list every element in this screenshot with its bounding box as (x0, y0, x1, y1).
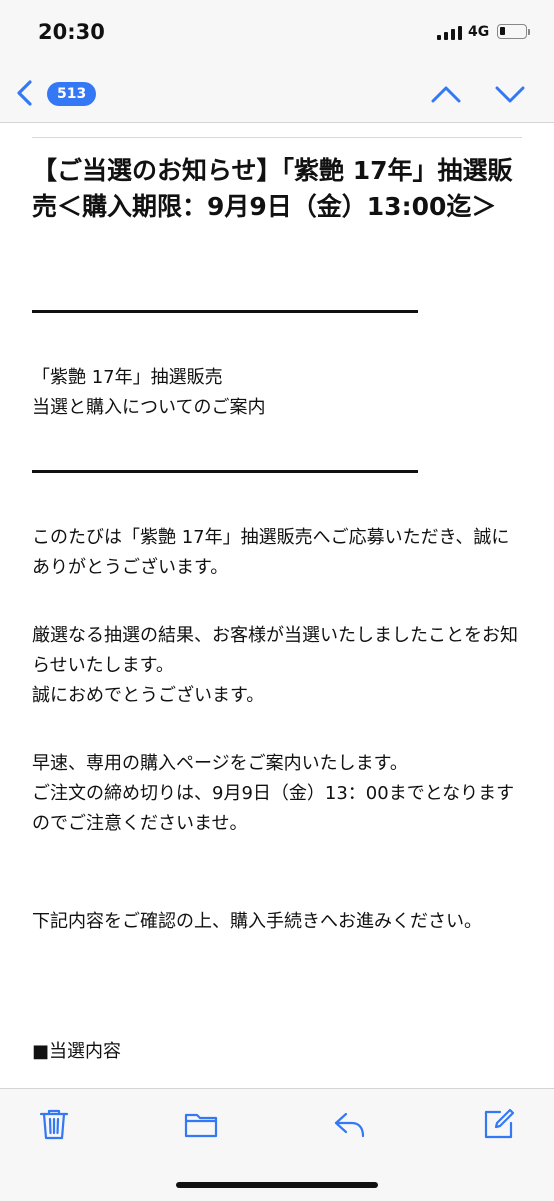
paragraph-deadline: ご注文の締め切りは、9月9日（金）13：00までとなりますのでご注意くださいませ… (32, 783, 515, 834)
battery-icon (497, 24, 527, 39)
compose-icon[interactable] (482, 1107, 516, 1141)
paragraph-proceed: 下記内容をご確認の上、購入手続きへお進みください。 (32, 911, 482, 932)
divider-rule (32, 310, 418, 313)
status-bar: 20:30 4G (0, 0, 554, 64)
section-heading: ■当選内容 (32, 1041, 122, 1062)
chevron-up-icon[interactable] (428, 80, 464, 108)
paragraph-result: 厳選なる抽選の結果、お客様が当選いたしましたことをお知らせいたします。 (32, 625, 518, 676)
status-time: 20:30 (38, 20, 105, 44)
cellular-signal-icon (437, 26, 462, 40)
divider-rule (32, 470, 418, 473)
email-body[interactable]: 【ご当選のお知らせ】「紫艶 17年」抽選販売＜購入期限：9月9日（金）13:00… (0, 123, 554, 1087)
header-line-2: 当選と購入についてのご案内 (32, 397, 266, 418)
battery-tip (528, 29, 530, 35)
reply-icon[interactable] (332, 1107, 366, 1141)
email-subject: 【ご当選のお知らせ】「紫艶 17年」抽選販売＜購入期限：9月9日（金）13:00… (32, 156, 513, 221)
home-indicator[interactable] (176, 1182, 378, 1188)
folder-icon[interactable] (184, 1107, 218, 1141)
paragraph-purchase-page: 早速、専用の購入ページをご案内いたします。 (32, 753, 408, 774)
network-type: 4G (468, 24, 490, 40)
mail-nav-bar: 513 (0, 64, 554, 123)
paragraph-congrats: 誠におめでとうございます。 (32, 685, 265, 706)
header-separator (32, 137, 522, 138)
trash-icon[interactable] (37, 1107, 71, 1141)
chevron-down-icon[interactable] (492, 80, 528, 108)
paragraph-thanks: このたびは「紫艶 17年」抽選販売へご応募いただき、誠にありがとうございます。 (32, 527, 510, 578)
chevron-left-icon[interactable] (14, 78, 38, 108)
unread-count-badge[interactable]: 513 (47, 82, 97, 106)
header-line-1: 「紫艶 17年」抽選販売 (32, 367, 223, 388)
